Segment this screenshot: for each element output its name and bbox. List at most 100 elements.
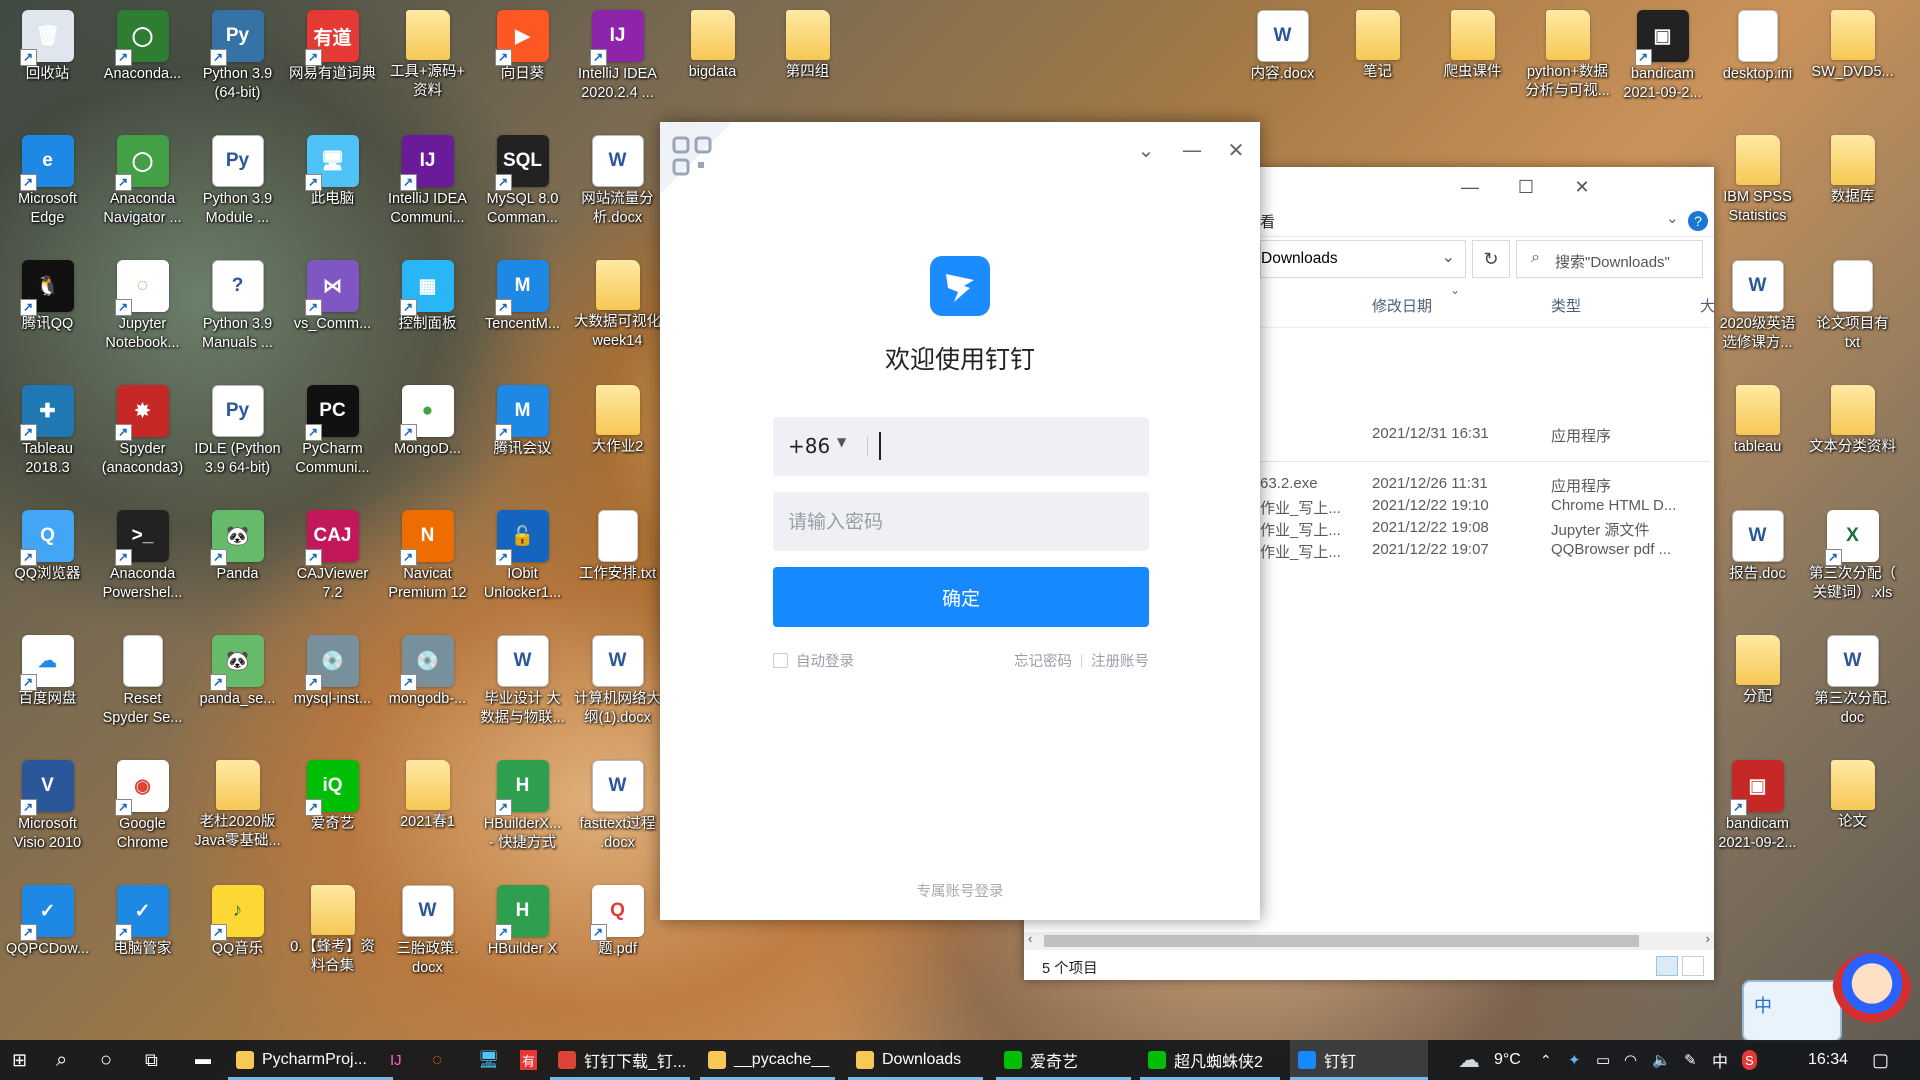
desktop-icon[interactable]: python+数据 分析与可视... xyxy=(1520,0,1615,122)
desktop-icon[interactable]: 笔记 xyxy=(1330,0,1425,122)
task-view-icon[interactable]: ⧉ xyxy=(145,1040,158,1080)
desktop-icon[interactable]: NNavicat Premium 12 xyxy=(380,500,475,622)
pen-icon[interactable]: ✎ xyxy=(1684,1040,1697,1080)
desktop-icon[interactable]: W 第三次分配. doc xyxy=(1805,625,1900,747)
terminal-icon[interactable]: ▬ xyxy=(195,1040,211,1080)
horizontal-scrollbar[interactable]: ‹ › xyxy=(1024,931,1714,950)
volume-icon[interactable]: 🔈 xyxy=(1652,1040,1671,1080)
desktop-icon[interactable]: 0.【蜂考】资 料合集 xyxy=(285,875,380,997)
desktop-icon[interactable]: VMicrosoft Visio 2010 xyxy=(0,750,95,872)
taskbar-app-button[interactable]: PycharmProj... xyxy=(228,1040,393,1080)
refresh-button[interactable]: ↻ xyxy=(1472,240,1510,278)
ime-indicator[interactable]: 中 xyxy=(1712,1040,1728,1080)
desktop-icon[interactable]: 数据库 xyxy=(1805,125,1900,247)
cortana-icon[interactable]: ○ xyxy=(100,1040,112,1080)
ime-status-widget[interactable]: 中 xyxy=(1742,980,1842,1042)
desktop-icon[interactable]: CAJCAJViewer 7.2 xyxy=(285,500,380,622)
auto-login-checkbox[interactable]: 自动登录 xyxy=(773,650,854,671)
desktop-icon[interactable]: Wfasttext过程 .docx xyxy=(570,750,665,872)
desktop-icon[interactable]: QQQ浏览器 xyxy=(0,500,95,622)
desktop-icon[interactable]: HHBuilder X xyxy=(475,875,570,997)
sogou-ime-icon[interactable]: S xyxy=(1742,1050,1757,1070)
country-code-select[interactable]: +86 xyxy=(788,434,830,458)
desktop-icon[interactable]: tableau xyxy=(1710,375,1805,497)
desktop-icon[interactable]: W 三胎政策. docx xyxy=(380,875,475,997)
desktop-icon[interactable]: eMicrosoft Edge xyxy=(0,125,95,247)
desktop-icon[interactable]: >_Anaconda Powershel... xyxy=(95,500,190,622)
address-bar[interactable]: Downloads ⌄ xyxy=(1260,240,1466,278)
desktop-icon[interactable]: SW_DVD5... xyxy=(1805,0,1900,122)
qr-login-corner[interactable] xyxy=(660,122,732,194)
desktop-icon[interactable]: 论文 xyxy=(1805,750,1900,872)
desktop-icon[interactable]: ✓QQPCDow... xyxy=(0,875,95,997)
ribbon-view-tab[interactable]: 看 xyxy=(1260,211,1275,232)
file-row-type[interactable]: QQBrowser pdf ... xyxy=(1551,541,1671,567)
desktop-icon[interactable]: HHBuilderX... - 快捷方式 xyxy=(475,750,570,872)
desktop-icon[interactable]: iQ爱奇艺 xyxy=(285,750,380,872)
chevron-up-icon[interactable]: ⌃ xyxy=(1540,1040,1552,1080)
help-icon[interactable]: ? xyxy=(1688,211,1708,231)
chevron-down-icon[interactable]: ⌄ xyxy=(1666,209,1679,227)
desktop-icon[interactable]: ◌Jupyter Notebook... xyxy=(95,250,190,372)
desktop-icon[interactable]: 工具+源码+ 资料 xyxy=(380,0,475,122)
desktop-icon[interactable]: 🗑回收站 xyxy=(0,0,95,122)
desktop-icon[interactable]: W 2020级英语 选修课方... xyxy=(1710,250,1805,372)
desktop-icon[interactable]: 🔓IObit Unlocker1... xyxy=(475,500,570,622)
desktop-icon[interactable]: 论文项目有 txt xyxy=(1805,250,1900,372)
large-icons-view-icon[interactable] xyxy=(1682,956,1704,976)
desktop-icon[interactable]: 大作业2 xyxy=(570,375,665,497)
phone-input[interactable]: +86 ▼ xyxy=(773,417,1149,476)
chevron-down-icon[interactable]: ⌄ xyxy=(1442,247,1455,267)
file-row-modified[interactable]: 2021/12/22 19:07 xyxy=(1372,541,1489,567)
weather-temp[interactable]: 9°C xyxy=(1494,1040,1521,1080)
youdao-taskbar-icon[interactable]: 有 xyxy=(520,1050,538,1070)
minimize-button[interactable]: — xyxy=(1180,138,1204,162)
desktop-icon[interactable]: MTencentM... xyxy=(475,250,570,372)
desktop-icon[interactable]: 🐼Panda xyxy=(190,500,285,622)
taskbar-app-button[interactable]: 钉钉 xyxy=(1290,1040,1428,1080)
desktop-icon[interactable]: PyPython 3.9 (64-bit) xyxy=(190,0,285,122)
desktop-icon[interactable]: desktop.ini xyxy=(1710,0,1805,122)
desktop-icon[interactable]: ●MongoD... xyxy=(380,375,475,497)
taskbar-app-button[interactable]: 钉钉下载_钉... xyxy=(550,1040,690,1080)
desktop-icon[interactable]: ◯Anaconda Navigator ... xyxy=(95,125,190,247)
desktop-icon[interactable]: IJIntelliJ IDEA Communi... xyxy=(380,125,475,247)
weather-cloud-icon[interactable]: ☁ xyxy=(1458,1040,1480,1080)
desktop-icon[interactable]: 分配 xyxy=(1710,625,1805,747)
desktop-icon[interactable]: 大数据可视化 week14 xyxy=(570,250,665,372)
taskbar-app-button[interactable]: Downloads xyxy=(848,1040,983,1080)
battery-icon[interactable]: ▭ xyxy=(1596,1040,1610,1080)
desktop-icon[interactable]: M腾讯会议 xyxy=(475,375,570,497)
desktop-icon[interactable]: 2021春1 xyxy=(380,750,475,872)
minimize-button[interactable]: — xyxy=(1450,177,1490,198)
clock-time[interactable]: 16:34 xyxy=(1808,1040,1848,1080)
forgot-password-link[interactable]: 忘记密码 xyxy=(1014,650,1072,671)
desktop-icon[interactable]: ◯Anaconda... xyxy=(95,0,190,122)
intellij-taskbar-icon[interactable]: IJ xyxy=(390,1040,402,1080)
password-field[interactable] xyxy=(773,492,1149,551)
taskbar-app-button[interactable]: 超凡蜘蛛侠2 xyxy=(1140,1040,1280,1080)
checkbox-box[interactable] xyxy=(773,653,788,668)
desktop-icon[interactable]: W 报告.doc xyxy=(1710,500,1805,622)
details-view-icon[interactable] xyxy=(1656,956,1678,976)
desktop-icon[interactable]: 第四组 xyxy=(760,0,855,122)
taskbar-app-button[interactable]: 爱奇艺 xyxy=(996,1040,1131,1080)
desktop-icon[interactable]: ▶向日葵 xyxy=(475,0,570,122)
notification-icon[interactable]: ▢ xyxy=(1872,1040,1889,1080)
desktop-icon[interactable]: 工作安排.txt xyxy=(570,500,665,622)
desktop-icon[interactable]: bigdata xyxy=(665,0,760,122)
exclusive-account-login-link[interactable]: 专属账号登录 xyxy=(660,880,1260,901)
desktop-icon[interactable]: ☁百度网盘 xyxy=(0,625,95,747)
desktop-icon[interactable]: ▣bandicam 2021-09-2... xyxy=(1710,750,1805,872)
desktop-icon[interactable]: ▣bandicam 2021-09-2... xyxy=(1615,0,1710,122)
caret-down-icon[interactable]: ▼ xyxy=(837,435,846,449)
file-row-type[interactable]: 应用程序 xyxy=(1551,425,1611,451)
desktop-icon[interactable]: Py IDLE (Python 3.9 64-bit) xyxy=(190,375,285,497)
desktop-icon[interactable]: 老杜2020版 Java零基础... xyxy=(190,750,285,872)
search-box[interactable]: ⌕ 搜索"Downloads" xyxy=(1516,240,1703,278)
desktop-icon[interactable]: W 内容.docx xyxy=(1235,0,1330,122)
register-link[interactable]: 注册账号 xyxy=(1091,650,1149,671)
windows-start-icon[interactable]: ⊞ xyxy=(12,1040,27,1080)
desktop-icon[interactable]: ? Python 3.9 Manuals ... xyxy=(190,250,285,372)
dropdown-icon[interactable]: ⌄ xyxy=(1134,138,1158,162)
